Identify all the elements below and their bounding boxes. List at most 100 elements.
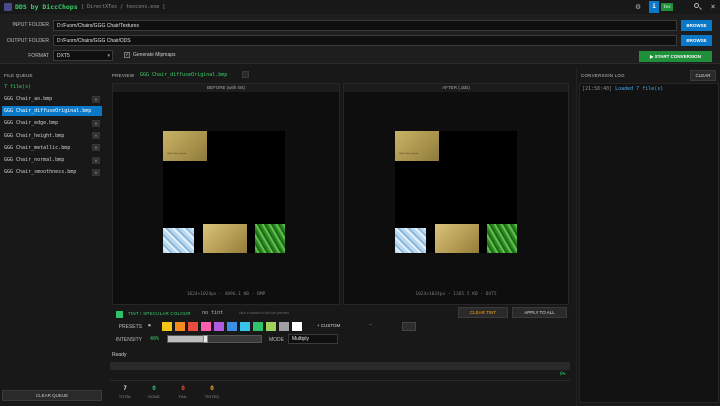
custom-color-swatch[interactable] [402, 322, 416, 331]
gold-block-tile [203, 224, 247, 253]
progress-bar [110, 362, 570, 370]
color-swatch[interactable] [162, 322, 172, 331]
before-title: BEFORE (with tint) [113, 84, 339, 92]
preview-toggle[interactable] [242, 71, 249, 78]
stat-label: DONE [148, 394, 160, 399]
grass-tile [487, 224, 517, 253]
file-count: 7 file(s) [4, 84, 32, 90]
remove-file-icon[interactable]: × [92, 95, 100, 103]
mode-value: Multiply [292, 336, 309, 342]
format-label: FORMAT [28, 53, 49, 59]
list-item[interactable]: GGG Chair_edge.bmp × [2, 118, 102, 128]
stat-value: 0 [181, 385, 185, 392]
tint-panel: TINT / SPECULAR COLOUR no tint click a s… [112, 306, 570, 348]
log-panel: CONVERSION LOG CLEAR [21:58:40] Loaded 7 … [576, 68, 720, 406]
remove-file-icon[interactable]: × [92, 168, 100, 176]
close-icon[interactable]: × [708, 1, 718, 13]
preset-none[interactable]: ✖ [148, 323, 156, 329]
file-name: GGG Chair_edge.bmp [4, 120, 59, 127]
color-swatch[interactable] [266, 322, 276, 331]
remove-file-icon[interactable]: × [92, 144, 100, 152]
remove-file-icon[interactable]: × [92, 156, 100, 164]
gear-icon[interactable]: ⚙ [633, 2, 643, 12]
color-swatch[interactable] [279, 322, 289, 331]
clear-tint-label: CLEAR TINT [469, 310, 497, 315]
status-text: Ready [112, 352, 127, 358]
app-subtitle: [ DirectXTex / texconv.exe ] [81, 4, 166, 10]
custom-color-button[interactable]: + CUSTOM [317, 323, 340, 328]
start-conversion-button[interactable]: ▶ START CONVERSION [639, 51, 712, 62]
after-image: GGG Chair Original [395, 131, 517, 253]
mode-select[interactable]: Multiply [288, 334, 338, 344]
output-folder-label: OUTPUT FOLDER [6, 38, 49, 44]
intensity-slider[interactable] [167, 335, 262, 343]
apply-to-all-label: APPLY TO ALL [524, 310, 555, 315]
info-button[interactable]: i [649, 1, 659, 13]
browse-output-button[interactable]: BROWSE [681, 35, 712, 46]
preview-label: PREVIEW [112, 73, 135, 78]
list-item[interactable]: GGG Chair_height.bmp × [2, 131, 102, 141]
tint-hint: click a swatch to tint the preview [239, 311, 289, 315]
presets-label: PRESETS [118, 324, 142, 330]
swatch-row [162, 322, 422, 331]
badge: tex [661, 3, 673, 11]
log-message: Loaded 7 file(s) [615, 86, 664, 92]
before-info: 1024×1024px · 4096.1 KB · BMP [186, 292, 266, 297]
preview-file-name: GGG Chair_diffuseOriginal.bmp [140, 72, 228, 78]
mode-label: MODE [269, 337, 284, 343]
color-swatch[interactable] [292, 322, 302, 331]
color-swatch[interactable] [240, 322, 250, 331]
file-name: GGG Chair_normal.bmp [4, 157, 65, 163]
browse-input-button[interactable]: BROWSE [681, 20, 712, 31]
remove-file-icon[interactable]: × [92, 119, 100, 127]
intensity-fill [168, 336, 206, 342]
stats-row: 7 TOTAL 0 DONE 0 FAIL 0 TINTED [110, 385, 250, 405]
format-select[interactable]: DXT5 ▾ [53, 50, 113, 61]
log-time: [21:58:40] [582, 86, 613, 92]
tile-caption: GGG Chair Original [167, 153, 187, 155]
dash-label: — [369, 322, 373, 328]
color-swatch[interactable] [188, 322, 198, 331]
input-folder-label: INPUT FOLDER [12, 22, 49, 28]
log-title: CONVERSION LOG [581, 73, 625, 78]
color-swatch[interactable] [227, 322, 237, 331]
format-value: DXT5 [57, 53, 70, 59]
after-info: 1024×1024px · 1365.5 KB · DXT5 [415, 292, 497, 297]
search-icon[interactable] [693, 2, 703, 12]
diamond-tile [395, 228, 426, 253]
file-name: GGG Chair_metallic.bmp [4, 144, 71, 151]
intensity-thumb[interactable] [203, 335, 209, 343]
file-name: GGG Chair_diffuseOriginal.bmp [4, 108, 92, 115]
color-swatch[interactable] [214, 322, 224, 331]
input-folder-field[interactable]: D:/Fuorn/Chairs/GGG Chair/Textures [53, 20, 677, 31]
mipmaps-checkbox[interactable]: ✓ [124, 52, 130, 58]
file-queue-title: FILE QUEUE [4, 73, 33, 78]
color-swatch[interactable] [253, 322, 263, 331]
intensity-label: INTENSITY [115, 337, 142, 343]
tint-color-indicator [116, 311, 123, 318]
color-swatch[interactable] [201, 322, 211, 331]
list-item[interactable]: GGG Chair_normal.bmp × [2, 155, 102, 165]
clear-queue-button[interactable]: CLEAR QUEUE [2, 390, 102, 401]
clear-log-button[interactable]: CLEAR [690, 70, 716, 81]
mipmaps-label: Generate Mipmaps [133, 52, 176, 58]
file-queue-panel: FILE QUEUE 7 file(s) GGG Chair_ao.bmp × GG… [0, 68, 106, 406]
stat-label: TINTED [204, 394, 220, 399]
file-name: GGG Chair_ao.bmp [4, 96, 53, 102]
color-swatch[interactable] [175, 322, 185, 331]
title-bar: DDS by DiccChops [ DirectXTex / texconv.… [0, 0, 720, 14]
intensity-value: 40% [150, 336, 160, 342]
remove-file-icon[interactable]: × [92, 132, 100, 140]
file-name: GGG Chair_height.bmp [4, 132, 65, 139]
list-item[interactable]: GGG Chair_metallic.bmp × [2, 143, 102, 153]
list-item[interactable]: GGG Chair_smoothness.bmp × [2, 167, 102, 177]
output-folder-field[interactable]: D:/Fuorn/Chairs/GGG Chair/DDS [53, 35, 677, 46]
diamond-tile [163, 228, 194, 253]
apply-to-all-button[interactable]: APPLY TO ALL [512, 307, 567, 318]
stat-label: FAIL [178, 394, 188, 399]
clear-tint-button[interactable]: CLEAR TINT [458, 307, 508, 318]
list-item[interactable]: GGG Chair_diffuseOriginal.bmp [2, 106, 102, 117]
stat-tinted: 0 TINTED [197, 385, 227, 399]
list-item[interactable]: GGG Chair_ao.bmp × [2, 94, 102, 104]
stat-total: 7 TOTAL [110, 385, 140, 399]
